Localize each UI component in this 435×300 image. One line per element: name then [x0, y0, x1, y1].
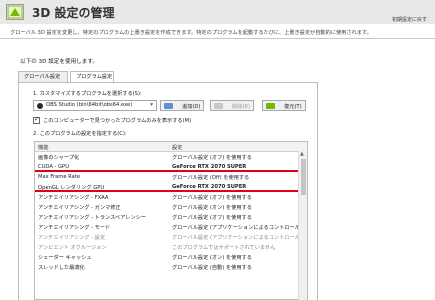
table-row[interactable]: OpenGL レンダリング GPU GeForce RTX 2070 SUPER	[35, 182, 299, 192]
feature-cell: アンチエイリアシング - FXAA	[38, 194, 109, 201]
show-installed-checkbox[interactable]: ✓	[33, 115, 40, 124]
setting-cell: グローバル設定 (オン) を使用する	[172, 204, 252, 211]
delete-program-button[interactable]: 削除(R)	[210, 100, 254, 111]
feature-cell: 画像のシャープ化	[38, 154, 80, 161]
table-row[interactable]: アンチエイリアシング - FXAA グローバル設定 (オフ) を使用する	[35, 192, 299, 202]
setting-cell: GeForce RTX 2070 SUPER	[172, 183, 247, 190]
table-row[interactable]: アンチエイリアシング - ガンマ修正 グローバル設定 (オン) を使用する	[35, 202, 299, 212]
setting-column-header: 設定	[172, 145, 183, 151]
table-scrollbar[interactable]: ▲	[298, 151, 307, 300]
setting-cell: グローバル設定 (アプリケーションによるコントロール) を使...	[172, 234, 308, 241]
table-row[interactable]: シェーダー キャッシュ グローバル設定 (オン) を使用する	[35, 252, 299, 262]
add-program-button[interactable]: 追加(D)	[160, 100, 204, 111]
feature-cell: アンチエイリアシング - 設定	[38, 234, 106, 241]
table-row[interactable]: アンチエイリアシング - モード グローバル設定 (アプリケーションによるコントロ…	[35, 222, 307, 232]
restore-defaults-link[interactable]: 初期設定に戻す	[392, 16, 427, 23]
program-settings-label: 2. このプログラムの設定を指定する(C):	[33, 131, 127, 137]
chevron-down-icon: ▾	[150, 102, 153, 108]
restore-button[interactable]: 復元(T)	[262, 100, 306, 111]
table-row[interactable]: Max Frame Rate グローバル設定 (Off) を使用する	[35, 172, 299, 182]
obs-app-icon	[37, 103, 43, 109]
3d-settings-icon	[6, 4, 24, 20]
settings-table: 機能 設定 画像のシャープ化 グローバル設定 (オフ) を使用する CUDA - G…	[34, 141, 308, 300]
feature-cell: アンチエイリアシング - ガンマ修正	[38, 204, 121, 211]
feature-cell: OpenGL レンダリング GPU	[38, 184, 105, 191]
checkmark-icon: ✓	[34, 115, 40, 123]
feature-column-header: 機能	[38, 145, 49, 151]
table-row[interactable]: CUDA - GPU GeForce RTX 2070 SUPER	[35, 162, 299, 172]
setting-cell: このプログラムではサポートされていません	[172, 244, 276, 251]
setting-cell: グローバル設定 (オフ) を使用する	[172, 214, 252, 221]
select-program-label: 1. カスタマイズするプログラムを選択する(S):	[33, 91, 142, 97]
feature-cell: スレッドした最適化	[38, 264, 85, 271]
add-icon	[164, 103, 173, 109]
table-body: 画像のシャープ化 グローバル設定 (オフ) を使用する CUDA - GPU GeFo…	[35, 152, 307, 272]
window-header: 3D 設定の管理 初期設定に戻す	[0, 0, 435, 24]
scrollbar-thumb[interactable]	[301, 159, 306, 195]
feature-cell: アンチエイリアシング - モード	[38, 224, 111, 231]
page-description: グローバル 3D 設定を変更し、特定のプログラムの上書き設定を作成できます。特定…	[10, 30, 372, 36]
section-label: 以下の 3D 設定を使用します。	[20, 59, 98, 65]
program-select-value: OBS Studio (bin\64bit\obs64.exe)	[46, 102, 133, 108]
feature-cell: Max Frame Rate	[38, 173, 81, 180]
show-installed-label: このコンピューターで見つかったプログラムのみを表示する(M)	[43, 118, 192, 124]
scroll-up-icon: ▲	[300, 151, 304, 157]
program-select[interactable]: OBS Studio (bin\64bit\obs64.exe) ▾	[33, 100, 157, 111]
table-row[interactable]: スレッドした最適化 グローバル設定 (自動) を使用する	[35, 262, 299, 272]
page-title: 3D 設定の管理	[32, 6, 115, 20]
header-divider	[0, 38, 435, 39]
table-row[interactable]: アンビエント オクルージョン このプログラムではサポートされていません	[35, 242, 299, 252]
table-row[interactable]: アンチエイリアシング - トランスペアレンシー グローバル設定 (オフ) を使用す…	[35, 212, 299, 222]
table-row[interactable]: 画像のシャープ化 グローバル設定 (オフ) を使用する	[35, 152, 299, 162]
setting-cell: GeForce RTX 2070 SUPER	[172, 163, 247, 170]
table-row[interactable]: アンチエイリアシング - 設定 グローバル設定 (アプリケーションによるコントロー…	[35, 232, 307, 242]
setting-cell: グローバル設定 (自動) を使用する	[172, 264, 252, 271]
delete-icon	[214, 103, 223, 109]
feature-cell: アンビエント オクルージョン	[38, 244, 107, 251]
setting-cell: グローバル設定 (オフ) を使用する	[172, 154, 252, 161]
feature-cell: アンチエイリアシング - トランスペアレンシー	[38, 214, 147, 221]
setting-cell: グローバル設定 (アプリケーションによるコントロール) を使...	[172, 224, 308, 231]
setting-cell: グローバル設定 (オフ) を使用する	[172, 194, 252, 201]
nvidia-restore-icon	[266, 103, 275, 109]
setting-cell: グローバル設定 (オン) を使用する	[172, 254, 252, 261]
table-header: 機能 設定	[35, 142, 307, 152]
setting-cell: グローバル設定 (Off) を使用する	[172, 174, 250, 181]
feature-cell: CUDA - GPU	[38, 163, 69, 170]
feature-cell: シェーダー キャッシュ	[38, 254, 92, 261]
